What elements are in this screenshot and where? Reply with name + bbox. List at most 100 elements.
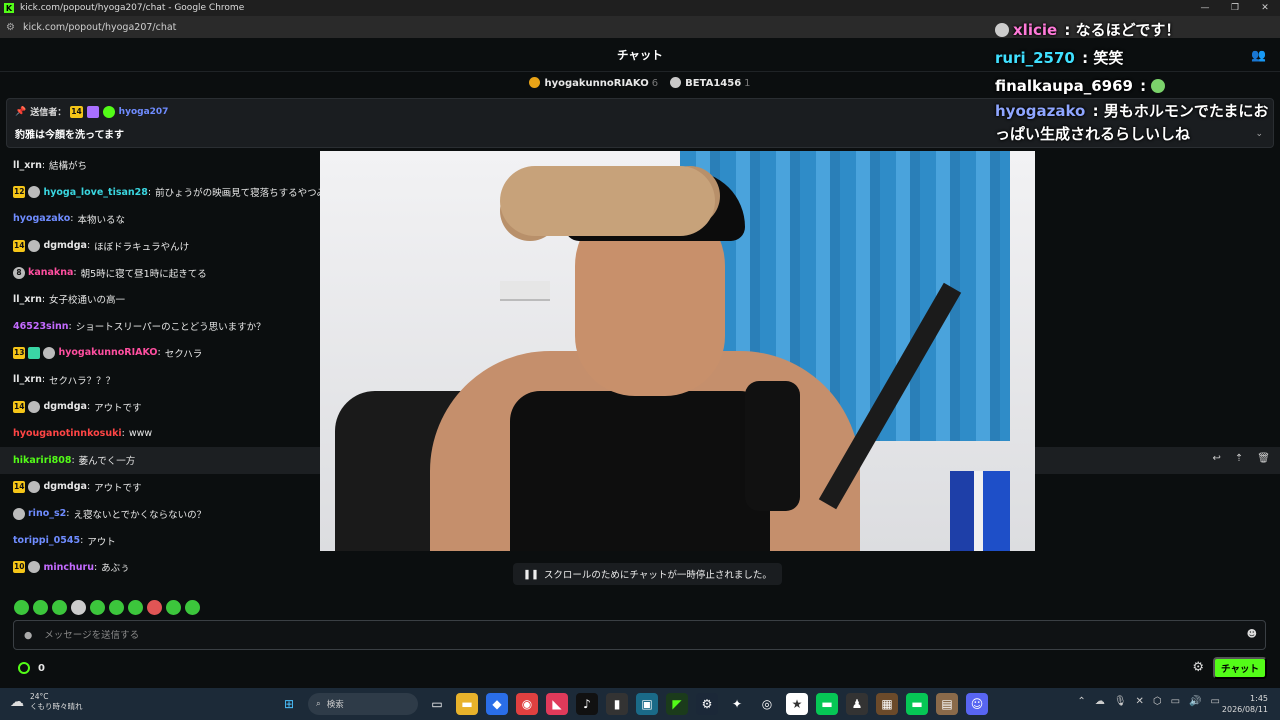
chrome-icon[interactable]: ◉	[516, 693, 538, 715]
weather-widget[interactable]: ☁ 24°C くもり時々晴れ	[10, 692, 83, 712]
send-chat-button[interactable]: チャット	[1213, 657, 1267, 679]
app-icon[interactable]: ◆	[486, 693, 508, 715]
minecraft-icon[interactable]: ▦	[876, 693, 898, 715]
emote-icon[interactable]	[14, 600, 29, 615]
emote-icon[interactable]	[33, 600, 48, 615]
app-icon[interactable]: ✦	[726, 693, 748, 715]
chat-username[interactable]: rino_s2	[28, 508, 66, 519]
chat-username[interactable]: kanakna	[28, 267, 73, 278]
chat-username[interactable]: hyouganotinnkosuki	[13, 428, 122, 439]
shield-icon[interactable]: ●	[24, 630, 32, 641]
url-text[interactable]: kick.com/popout/hyoga207/chat	[23, 22, 176, 33]
clock[interactable]: 1:45 2026/08/11	[1222, 693, 1268, 715]
cloud-icon[interactable]: ☁	[1095, 696, 1105, 707]
line-icon[interactable]: ▬	[816, 693, 838, 715]
chat-username[interactable]: ll_xrn	[13, 374, 42, 385]
sub-badge: 8	[13, 266, 25, 279]
site-settings-icon[interactable]: ⚙	[6, 22, 15, 33]
kick-app-icon[interactable]: ◤	[666, 693, 688, 715]
emoji-picker-icon[interactable]: ☻	[1247, 629, 1257, 640]
separator: :	[41, 293, 46, 305]
network-icon[interactable]: ▭	[1171, 696, 1180, 707]
close-icon[interactable]: ✕	[1136, 696, 1144, 707]
close-window-button[interactable]: ✕	[1250, 0, 1280, 16]
leaderboard-item[interactable]: BETA1456 1	[670, 77, 751, 89]
gold-medal-icon	[529, 77, 541, 88]
emote-icon[interactable]	[109, 600, 124, 615]
separator: :	[80, 535, 84, 547]
taskbar-search[interactable]: ⌕ 検索	[308, 693, 418, 715]
tiktok-icon[interactable]: ♪	[576, 693, 598, 715]
restore-button[interactable]: ❐	[1220, 0, 1250, 16]
chat-paused-notice[interactable]: ❚❚ スクロールのためにチャットが一時停止されました。	[513, 563, 782, 585]
chat-username[interactable]: hikariri808	[13, 455, 71, 466]
emote-icon[interactable]	[147, 600, 162, 615]
chat-username[interactable]: torippi_0545	[13, 535, 80, 546]
obs-icon[interactable]: ◎	[756, 693, 778, 715]
chat-username[interactable]: 46523sinn	[13, 321, 69, 332]
chat-text: 前ひょうがの映画見て寝落ちするやつみて…	[155, 188, 346, 200]
task-view-icon[interactable]: ▭	[426, 693, 448, 715]
system-tray: ⌃ ☁ 🎙 ✕ ⬡ ▭ 🔊 ▭	[1077, 696, 1220, 707]
taskbar-apps: ⊞ ⌕ 検索 ▭ ▬ ◆ ◉ ◣ ♪ ▮ ▣ ◤ ⚙ ✦ ◎ ★ ▬ ♟ ▦ ▬ …	[278, 693, 988, 715]
separator: :	[86, 240, 91, 252]
emote-icon[interactable]	[185, 600, 200, 615]
emote-icon[interactable]	[128, 600, 143, 615]
battery-icon[interactable]: ▭	[1211, 696, 1220, 707]
chat-username[interactable]: hyoga_love_tisan28	[43, 187, 147, 198]
chat-title: チャット	[617, 47, 663, 62]
app-icon[interactable]: ▣	[636, 693, 658, 715]
windows-start-icon[interactable]: ⊞	[278, 693, 300, 715]
chat-username[interactable]: dgmdga	[43, 240, 87, 251]
chat-username[interactable]: minchuru	[43, 562, 94, 573]
chat-username[interactable]: ll_xrn	[13, 294, 42, 305]
chat-username[interactable]: dgmdga	[43, 481, 87, 492]
chat-username[interactable]: ll_xrn	[13, 160, 42, 171]
volume-icon[interactable]: 🔊	[1189, 696, 1201, 707]
minimize-button[interactable]: —	[1190, 0, 1220, 16]
microphone-icon[interactable]: 🎙	[1114, 696, 1127, 707]
chat-username[interactable]: dgmdga	[43, 401, 87, 412]
chat-text: 萎んでく一方	[78, 456, 136, 468]
emote-icon[interactable]	[71, 600, 86, 615]
app-icon[interactable]: ★	[786, 693, 808, 715]
separator: :	[93, 561, 98, 573]
channel-points[interactable]: 0	[18, 662, 45, 674]
separator: :	[157, 347, 161, 359]
chat-input[interactable]	[44, 629, 1195, 641]
app-icon[interactable]: ▤	[936, 693, 958, 715]
gift-badge-icon	[28, 239, 41, 252]
air-conditioner	[500, 281, 550, 301]
chat-input-box[interactable]: ● ☻	[13, 620, 1266, 650]
app-icon[interactable]: ◣	[546, 693, 568, 715]
gear-icon[interactable]: ⚙	[1192, 660, 1204, 675]
avatar-icon	[995, 23, 1009, 37]
emote-icon[interactable]	[52, 600, 67, 615]
overlay-comment: finalkaupa_6969 :	[995, 72, 1280, 100]
leaderboard-item[interactable]: hyogakunnoRIAKO 6	[529, 77, 658, 89]
app-icon[interactable]: ♟	[846, 693, 868, 715]
file-explorer-icon[interactable]: ▬	[456, 693, 478, 715]
pinned-user[interactable]: hyoga207	[119, 107, 169, 117]
discord-icon[interactable]: ☺	[966, 693, 988, 715]
chat-text: セクハラ？？？	[49, 375, 116, 387]
emote-icon[interactable]	[90, 600, 105, 615]
line-icon[interactable]: ▬	[906, 693, 928, 715]
chat-text: www	[128, 427, 153, 439]
steam-icon[interactable]: ⚙	[696, 693, 718, 715]
separator: :	[71, 454, 75, 466]
trash-icon[interactable]: 🗑	[1257, 453, 1270, 464]
chat-username[interactable]: hyogakunnoRIAKO	[58, 347, 157, 358]
cloud-icon: ☁	[10, 694, 24, 710]
browser-titlebar: K kick.com/popout/hyoga207/chat - Google…	[0, 0, 1280, 16]
pin-icon[interactable]: ⇡	[1235, 453, 1243, 464]
app-icon[interactable]: ⬡	[1153, 696, 1162, 707]
chat-username[interactable]: hyogazako	[13, 213, 70, 224]
emote-icon[interactable]	[166, 600, 181, 615]
reply-icon[interactable]: ↩	[1213, 453, 1221, 464]
chevron-up-icon[interactable]: ⌃	[1077, 696, 1085, 707]
terminal-icon[interactable]: ▮	[606, 693, 628, 715]
separator: :	[66, 508, 70, 520]
chat-text: え寝ないとでかくならないの？	[73, 509, 207, 521]
silver-medal-icon	[670, 77, 682, 88]
